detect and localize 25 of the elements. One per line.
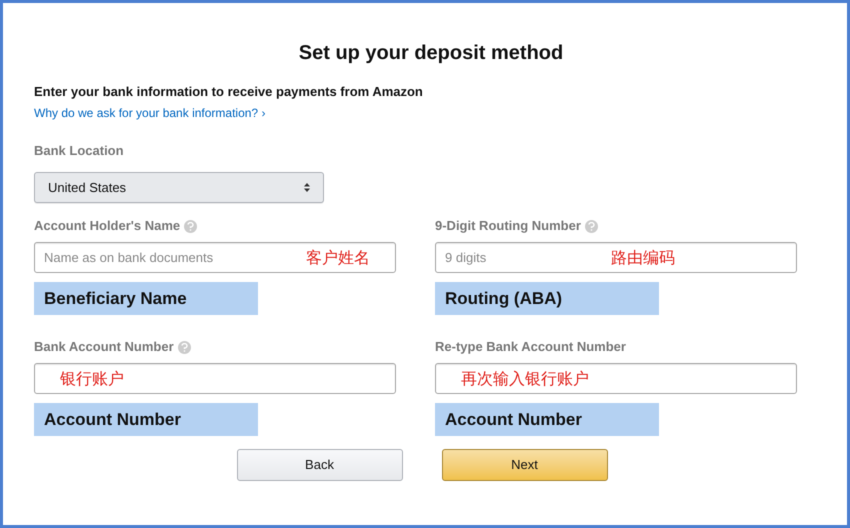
- field-label: Bank Account Number: [34, 338, 174, 356]
- annotation-text: 客户姓名: [306, 248, 370, 269]
- annotation-text: 银行账户: [60, 370, 124, 390]
- annotation-text: 再次输入银行账户: [461, 370, 589, 390]
- field-label: Bank Location: [34, 142, 125, 160]
- bank-location-select[interactable]: United States: [34, 172, 324, 203]
- field-tag: Beneficiary Name: [34, 282, 258, 315]
- annotation-text: 路由编码: [611, 248, 675, 269]
- page-title: Set up your deposit method: [298, 41, 564, 65]
- field-tag: Routing (ABA): [435, 282, 659, 315]
- field-label: Re-type Bank Account Number: [435, 338, 626, 356]
- next-button[interactable]: Next: [442, 449, 608, 481]
- input-field[interactable]: [435, 363, 797, 394]
- help-icon[interactable]: [178, 340, 191, 354]
- dropdown-arrows-icon: [304, 183, 310, 192]
- intro-text: Enter your bank information to receive payments from Amazon: [34, 83, 424, 101]
- input-field[interactable]: [34, 363, 396, 394]
- back-button[interactable]: Back: [236, 449, 402, 481]
- field-label: 9-Digit Routing Number: [435, 217, 581, 236]
- field-label: Account Holder's Name: [34, 217, 180, 236]
- field-tag: Account Number: [435, 403, 659, 436]
- field-tag: Account Number: [34, 403, 258, 436]
- help-icon[interactable]: [184, 220, 198, 232]
- help-icon[interactable]: [584, 220, 598, 232]
- help-link[interactable]: Why do we ask for your bank information? ›: [34, 104, 266, 122]
